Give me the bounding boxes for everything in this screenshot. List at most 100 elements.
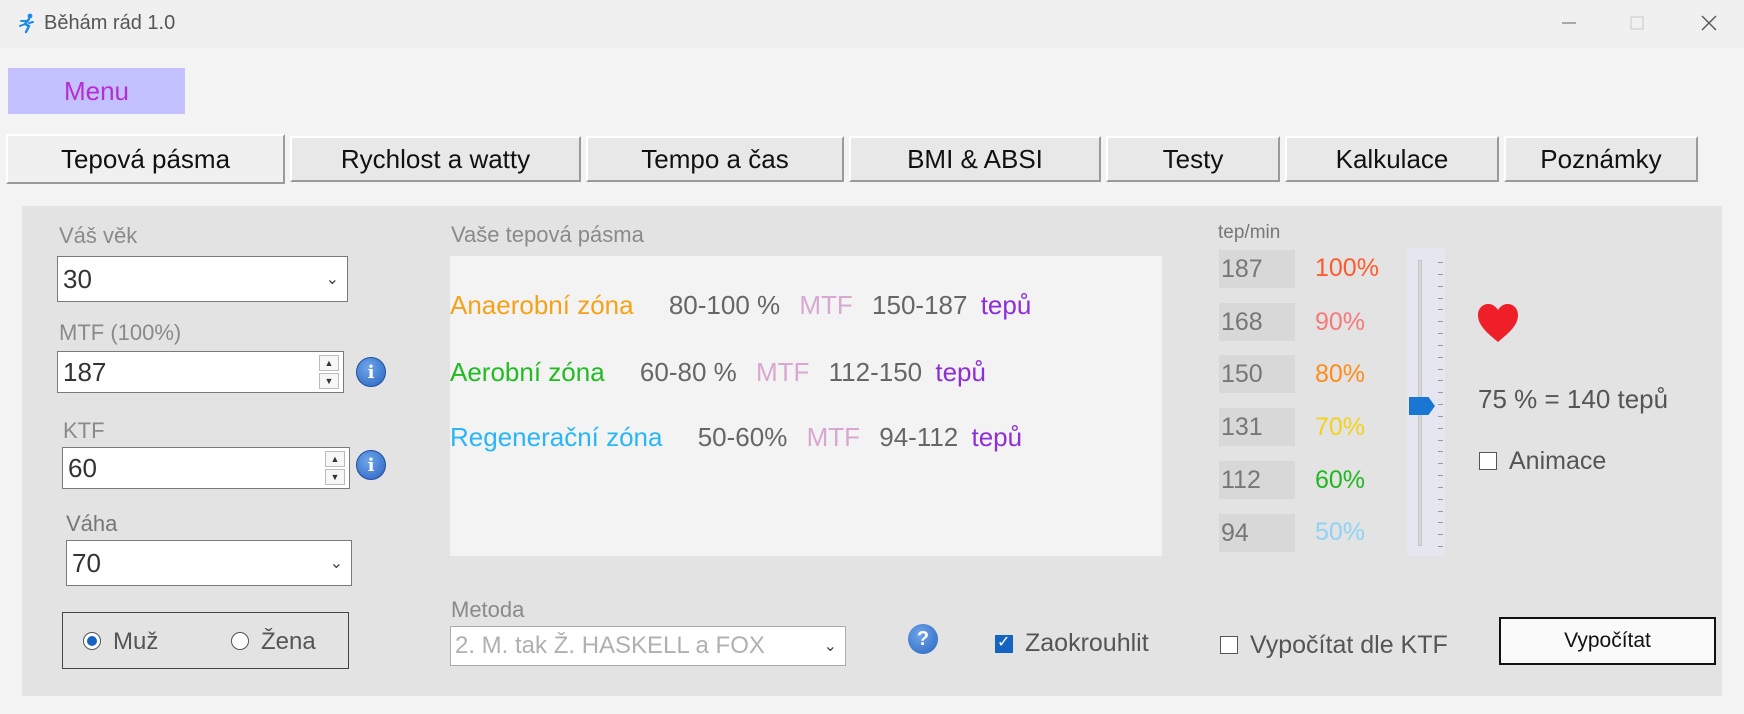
round-checkbox[interactable] — [995, 632, 1013, 653]
zone-range: 50-60% — [697, 422, 788, 452]
percent-label: 60% — [1315, 466, 1366, 494]
male-label[interactable]: Muž — [113, 628, 158, 656]
slider-tick — [1438, 463, 1443, 465]
slider-tick — [1438, 534, 1443, 536]
slider-tick — [1438, 522, 1443, 524]
app-window: Běhám rád 1.0 Menu Tepová pásma Rychlost… — [0, 0, 1744, 714]
zones-heading: Vaše tepová pásma — [451, 222, 644, 247]
zone-mtf: MTF — [755, 357, 810, 387]
bpm-value: 131 — [1219, 408, 1295, 446]
slider-tick — [1438, 392, 1443, 394]
close-button[interactable] — [1684, 8, 1734, 38]
zone-bpm: 94-112 — [879, 422, 959, 452]
mtf-label: MTF (100%) — [59, 320, 182, 345]
chevron-down-icon: ⌄ — [329, 555, 343, 572]
zone-mtf: MTF — [806, 422, 860, 452]
zone-unit: tepů — [980, 290, 1032, 320]
slider-tick — [1438, 510, 1443, 512]
menu-button[interactable]: Menu — [8, 68, 185, 114]
zone-name: Regenerační zóna — [450, 422, 663, 452]
bpm-unit-label: tep/min — [1218, 222, 1281, 243]
slider-tick — [1438, 486, 1443, 488]
spin-up-icon[interactable]: ▲ — [325, 451, 345, 467]
method-select[interactable]: 2. M. tak Ž. HASKELL a FOX ⌄ — [450, 626, 846, 666]
percent-label: 70% — [1315, 413, 1366, 441]
ktf-stepper[interactable]: 60 ▲ ▼ — [62, 447, 350, 489]
zone-row-anaerobic: Anaerobní zóna 80-100 % MTF 150-187 tepů — [450, 290, 1043, 321]
zone-range: 80-100 % — [668, 290, 781, 320]
tab-heart-rate-zones[interactable]: Tepová pásma — [6, 134, 285, 184]
tab-pace-time[interactable]: Tempo a čas — [586, 136, 844, 182]
tab-tests[interactable]: Testy — [1106, 136, 1280, 182]
percent-label: 80% — [1315, 360, 1366, 388]
percent-label: 90% — [1315, 308, 1366, 336]
animation-checkbox[interactable] — [1479, 452, 1497, 470]
age-select[interactable]: 30 ⌄ — [57, 256, 348, 302]
ktf-info-icon[interactable]: i — [356, 450, 386, 480]
spin-up-icon[interactable]: ▲ — [319, 355, 339, 371]
calc-by-ktf-label[interactable]: Vypočítat dle KTF — [1250, 631, 1448, 660]
weight-label: Váha — [66, 511, 118, 536]
weight-value: 70 — [72, 547, 101, 578]
bpm-value: 150 — [1219, 355, 1295, 393]
bpm-value: 168 — [1219, 303, 1295, 341]
calc-by-ktf-checkbox[interactable] — [1220, 636, 1238, 654]
percent-label: 50% — [1315, 518, 1366, 546]
mtf-stepper[interactable]: 187 ▲ ▼ — [57, 351, 344, 393]
tab-bmi-absi[interactable]: BMI & ABSI — [849, 136, 1101, 182]
spin-down-icon[interactable]: ▼ — [325, 469, 345, 485]
slider-tick — [1438, 309, 1443, 311]
zone-bpm: 112-150 — [828, 357, 923, 387]
close-icon — [1701, 15, 1717, 31]
method-label: Metoda — [451, 597, 525, 622]
zone-row-aerobic: Aerobní zóna 60-80 % MTF 112-150 tepů — [450, 357, 998, 388]
slider-tick — [1438, 262, 1443, 263]
minimize-icon — [1562, 22, 1576, 24]
tab-speed-watts[interactable]: Rychlost a watty — [290, 136, 581, 182]
method-value: 2. M. tak Ž. HASKELL a FOX — [455, 632, 765, 659]
maximize-button[interactable] — [1612, 8, 1662, 38]
ktf-value: 60 — [68, 452, 97, 483]
calculate-button[interactable]: Vypočítat — [1499, 617, 1716, 665]
slider-tick — [1438, 475, 1443, 476]
maximize-icon — [1630, 16, 1644, 30]
slider-tick — [1438, 498, 1443, 500]
zone-name: Anaerobní zóna — [450, 290, 634, 320]
round-label[interactable]: Zaokrouhlit — [1025, 629, 1149, 658]
bpm-value: 94 — [1219, 514, 1295, 552]
zone-range: 60-80 % — [639, 357, 737, 387]
mtf-info-icon[interactable]: i — [356, 357, 386, 387]
zone-row-regeneration: Regenerační zóna 50-60% MTF 94-112 tepů — [450, 422, 1034, 453]
percent-label: 100% — [1315, 254, 1379, 282]
spin-down-icon[interactable]: ▼ — [319, 373, 339, 389]
minimize-button[interactable] — [1544, 8, 1594, 38]
female-label[interactable]: Žena — [261, 628, 316, 656]
zone-mtf: MTF — [799, 290, 853, 320]
title-bar: Běhám rád 1.0 — [0, 0, 1744, 48]
slider-tick — [1438, 404, 1443, 405]
result-text: 75 % = 140 tepů — [1478, 384, 1669, 414]
slider-tick — [1438, 333, 1443, 334]
gender-group: Muž Žena — [62, 612, 349, 669]
male-radio[interactable] — [83, 632, 101, 650]
runner-icon — [19, 13, 34, 34]
help-icon[interactable]: ? — [908, 624, 938, 654]
mtf-spin-buttons[interactable]: ▲ ▼ — [319, 355, 339, 389]
slider-tick — [1438, 368, 1443, 370]
slider-tick — [1438, 273, 1443, 275]
window-title: Běhám rád 1.0 — [44, 12, 176, 34]
chevron-down-icon: ⌄ — [819, 636, 837, 656]
bpm-value: 187 — [1219, 250, 1295, 288]
ktf-spin-buttons[interactable]: ▲ ▼ — [325, 451, 345, 485]
slider-tick — [1438, 356, 1443, 358]
tab-notes[interactable]: Poznámky — [1504, 136, 1698, 182]
tab-calculation[interactable]: Kalkulace — [1285, 136, 1499, 182]
female-radio[interactable] — [231, 632, 249, 650]
zone-name: Aerobní zóna — [450, 357, 605, 387]
heart-icon — [1478, 304, 1518, 342]
zone-unit: tepů — [971, 422, 1023, 452]
slider-tick — [1438, 439, 1443, 441]
weight-select[interactable]: 70 ⌄ — [66, 540, 352, 586]
animation-label[interactable]: Animace — [1509, 447, 1606, 476]
zone-bpm: 150-187 — [872, 290, 968, 320]
